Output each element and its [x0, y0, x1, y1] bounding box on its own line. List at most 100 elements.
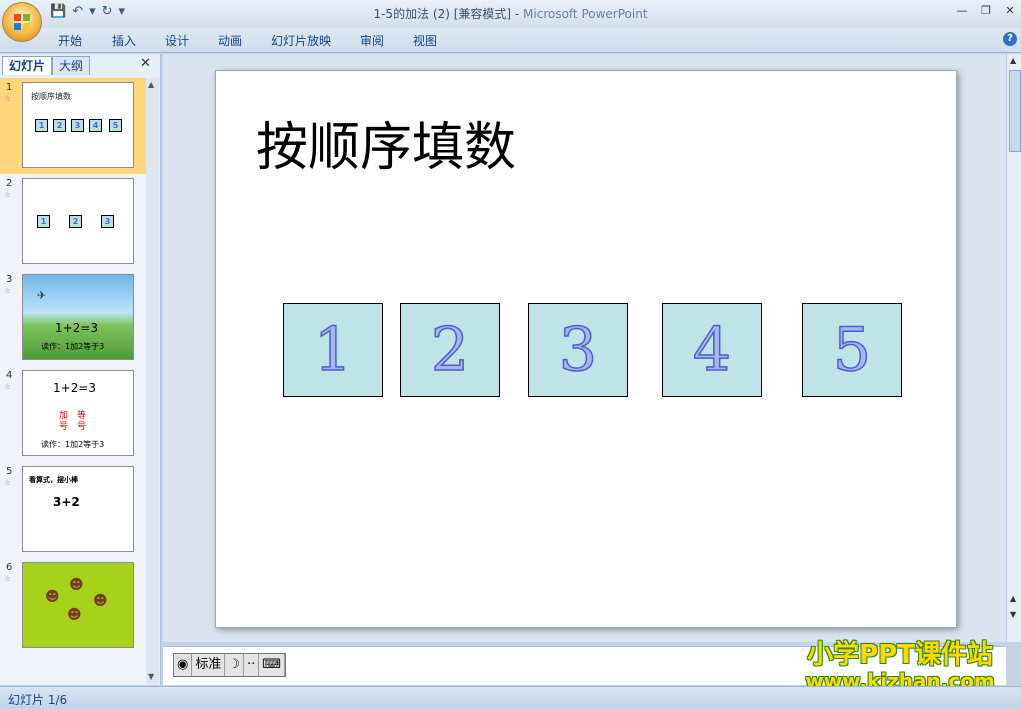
tab-review[interactable]: 审阅 — [360, 32, 384, 49]
thumb-equation: 3+2 — [53, 495, 80, 509]
slide-thumbnail-4[interactable]: 4 ☆ 1+2=3 加号 等号 读作：1加2等于3 — [0, 366, 146, 462]
tab-view[interactable]: 视图 — [413, 32, 437, 49]
thumbnail-preview: 1+2=3 加号 等号 读作：1加2等于3 — [22, 370, 134, 456]
minimize-icon[interactable]: — — [955, 4, 969, 18]
close-icon[interactable]: ✕ — [1003, 4, 1017, 18]
thumb-title: 看算式，摆小棒 — [29, 476, 78, 484]
thumbnail-scrollbar[interactable]: ▲ ▼ — [146, 78, 159, 684]
thumb-box: 1 — [37, 215, 50, 228]
slide-editor: 按顺序填数 1 2 3 4 5 — [163, 54, 1006, 642]
status-bar: 幻灯片 1/6 — [0, 686, 1021, 709]
thumb-box: 1 — [35, 119, 48, 132]
number-text: 4 — [692, 314, 732, 386]
number-text: 5 — [832, 314, 872, 386]
scroll-up-icon[interactable]: ▲ — [148, 80, 154, 89]
ime-logo-icon[interactable]: ◉ — [174, 654, 193, 676]
thumb-caption: 读作：1加2等于3 — [41, 440, 105, 449]
thumbnail-preview: 按顺序填数 1 2 3 4 5 — [22, 82, 134, 168]
app-name: Microsoft PowerPoint — [523, 7, 648, 21]
scroll-down-icon[interactable]: ▼ — [148, 672, 154, 681]
airplane-icon: ✈ — [37, 289, 47, 302]
thumb-title: 按顺序填数 — [31, 92, 71, 101]
tab-home[interactable]: 开始 — [58, 32, 82, 49]
watermark-title: 小学PPT课件站 — [807, 640, 993, 670]
slide-number: 1 — [6, 82, 13, 93]
thumbnail-preview: 看算式，摆小棒 3+2 — [22, 466, 134, 552]
thumb-equation: 1+2=3 — [55, 321, 99, 335]
animation-star-icon: ☆ — [4, 286, 12, 295]
document-title: 1-5的加法 (2) [兼容模式] - — [373, 7, 524, 21]
slide-number: 3 — [6, 274, 13, 285]
slide-scrollbar[interactable]: ▲ ▲ ▼ — [1006, 54, 1021, 642]
number-box-3[interactable]: 3 — [528, 303, 628, 397]
thumb-box: 4 — [89, 119, 102, 132]
window-controls: — ❐ ✕ — [955, 4, 1017, 18]
animation-star-icon: ☆ — [4, 190, 12, 199]
slide-number: 4 — [6, 370, 13, 381]
slide-thumbnail-5[interactable]: 5 ☆ 看算式，摆小棒 3+2 — [0, 462, 146, 558]
thumbnail-preview: 1 2 3 — [22, 178, 134, 264]
character-icon: ☻ — [45, 589, 60, 605]
slides-panel: 幻灯片 大纲 ✕ 1 ☆ 按顺序填数 1 2 3 4 5 2 ☆ 1 2 3 3… — [0, 54, 161, 685]
character-icon: ☻ — [67, 607, 82, 623]
number-text: 1 — [313, 314, 353, 386]
slide-thumbnail-3[interactable]: 3 ☆ ✈ 1+2=3 读作：1加2等于3 — [0, 270, 146, 366]
tab-design[interactable]: 设计 — [165, 32, 189, 49]
help-icon[interactable]: ? — [1003, 32, 1017, 46]
slide-canvas[interactable]: 按顺序填数 1 2 3 4 5 — [215, 70, 957, 628]
animation-star-icon: ☆ — [4, 574, 12, 583]
tab-insert[interactable]: 插入 — [112, 32, 136, 49]
tab-animations[interactable]: 动画 — [218, 32, 242, 49]
ime-mode[interactable]: 标准 — [192, 654, 226, 676]
animation-star-icon: ☆ — [4, 94, 12, 103]
number-box-2[interactable]: 2 — [400, 303, 500, 397]
scroll-up-icon[interactable]: ▲ — [1010, 56, 1016, 65]
window-title: 1-5的加法 (2) [兼容模式] - Microsoft PowerPoint — [0, 5, 1021, 22]
soft-keyboard-icon[interactable]: ⌨ — [259, 654, 286, 676]
animation-star-icon: ☆ — [4, 382, 12, 391]
thumbnail-preview: ☻ ☻ ☻ ☻ — [22, 562, 134, 648]
thumb-box: 2 — [53, 119, 66, 132]
tab-slideshow[interactable]: 幻灯片放映 — [271, 32, 331, 49]
thumb-box: 5 — [109, 119, 122, 132]
thumb-equation: 1+2=3 — [53, 381, 97, 395]
punctuation-icon[interactable]: ·· — [244, 654, 260, 676]
tab-slides[interactable]: 幻灯片 — [2, 56, 53, 75]
slide-number: 2 — [6, 178, 13, 189]
thumbnail-preview: ✈ 1+2=3 读作：1加2等于3 — [22, 274, 134, 360]
slide-thumbnail-2[interactable]: 2 ☆ 1 2 3 — [0, 174, 146, 270]
scrollbar-thumb[interactable] — [1009, 70, 1021, 152]
slide-counter: 幻灯片 1/6 — [8, 693, 68, 707]
thumb-caption: 读作：1加2等于3 — [41, 342, 105, 351]
next-slide-icon[interactable]: ▼ — [1010, 610, 1016, 619]
number-text: 2 — [430, 314, 470, 386]
thumb-label-equal: 等号 — [77, 411, 87, 432]
slide-thumbnail-1[interactable]: 1 ☆ 按顺序填数 1 2 3 4 5 — [0, 78, 146, 174]
title-bar: 💾 ↶ ▾ ↻ ▾ 1-5的加法 (2) [兼容模式] - Microsoft … — [0, 0, 1021, 28]
number-box-1[interactable]: 1 — [283, 303, 383, 397]
office-button[interactable] — [2, 2, 42, 42]
close-panel-icon[interactable]: ✕ — [140, 56, 151, 71]
ribbon-tabs: 开始 插入 设计 动画 幻灯片放映 审阅 视图 ? — [0, 28, 1021, 53]
slide-thumbnail-6[interactable]: 6 ☆ ☻ ☻ ☻ ☻ — [0, 558, 146, 654]
thumb-box: 2 — [69, 215, 82, 228]
watermark: 小学PPT课件站 www.kjzhan.com — [780, 640, 1020, 692]
previous-slide-icon[interactable]: ▲ — [1010, 594, 1016, 603]
character-icon: ☻ — [93, 593, 108, 609]
tab-outline[interactable]: 大纲 — [52, 56, 91, 75]
thumb-label-plus: 加号 — [59, 411, 69, 432]
slide-title[interactable]: 按顺序填数 — [256, 105, 516, 180]
character-icon: ☻ — [69, 577, 84, 593]
number-text: 3 — [558, 314, 598, 386]
restore-icon[interactable]: ❐ — [979, 4, 993, 18]
number-box-4[interactable]: 4 — [662, 303, 762, 397]
half-width-icon[interactable]: ☽ — [225, 654, 245, 676]
slide-number: 5 — [6, 466, 13, 477]
thumbnail-list: 1 ☆ 按顺序填数 1 2 3 4 5 2 ☆ 1 2 3 3 ☆ ✈ 1+2=… — [0, 78, 146, 684]
thumb-box: 3 — [101, 215, 114, 228]
thumb-box: 3 — [71, 119, 84, 132]
animation-star-icon: ☆ — [4, 478, 12, 487]
number-box-5[interactable]: 5 — [802, 303, 902, 397]
slide-number: 6 — [6, 562, 13, 573]
office-logo-icon — [14, 14, 30, 30]
